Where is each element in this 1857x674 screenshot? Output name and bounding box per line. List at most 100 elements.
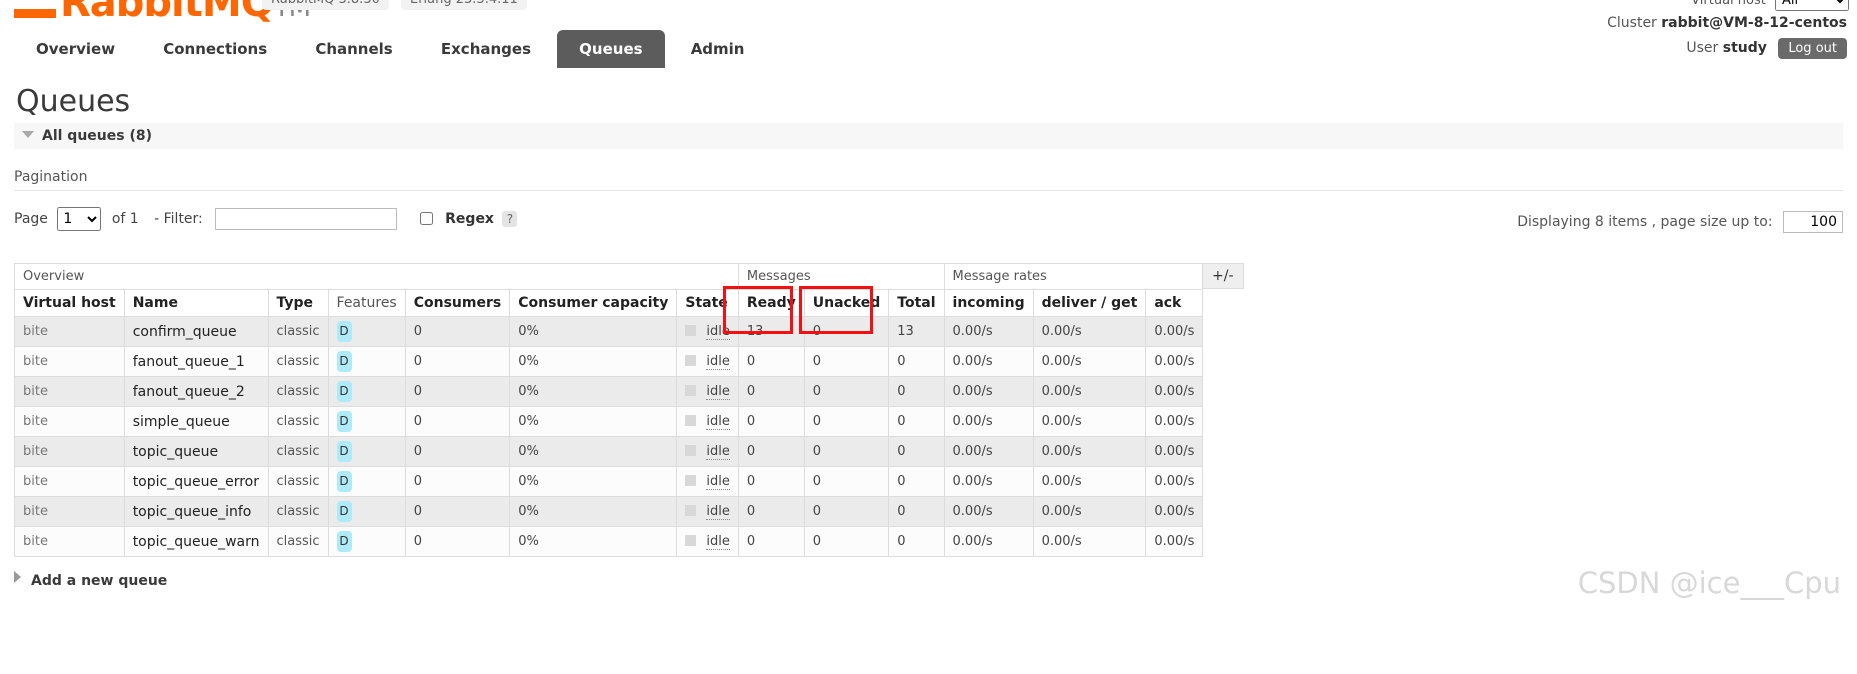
cell-consumer-capacity: 0% (509, 466, 678, 497)
cell-ready: 0 (737, 526, 805, 557)
filter-input[interactable] (215, 208, 398, 230)
cell-consumers: 0 (404, 316, 511, 347)
chevron-right-icon[interactable] (14, 571, 21, 583)
queues-table: Overview Messages Message rates Virtual … (14, 263, 1204, 557)
state-label: idle (706, 504, 730, 520)
tab-overview[interactable]: Overview (14, 30, 137, 68)
group-header-messages: Messages (737, 263, 945, 290)
table-row[interactable]: bite confirm_queue classic D 0 0% idle 13 0 13 0.0… (14, 316, 1204, 347)
cell-unacked: 0 (803, 376, 890, 407)
all-queues-section-header[interactable]: All queues (8) (14, 123, 1843, 149)
cell-queue-name[interactable]: topic_queue_info (123, 496, 269, 527)
col-state[interactable]: State (676, 289, 739, 317)
durable-badge-icon: D (336, 381, 352, 402)
cell-state: idle (676, 466, 739, 497)
cell-consumer-capacity: 0% (509, 316, 678, 347)
cell-ack: 0.00/s (1145, 526, 1204, 557)
cell-total: 13 (888, 316, 945, 347)
cell-queue-name[interactable]: fanout_queue_1 (123, 346, 269, 377)
col-deliver-get[interactable]: deliver / get (1032, 289, 1147, 317)
cell-ack: 0.00/s (1145, 346, 1204, 377)
cell-queue-name[interactable]: simple_queue (123, 406, 269, 437)
cluster-info: Cluster rabbit@VM-8-12-centos (1607, 15, 1847, 31)
state-indicator-icon (685, 505, 697, 516)
cell-incoming: 0.00/s (943, 466, 1034, 497)
col-incoming[interactable]: incoming (943, 289, 1034, 317)
main-navigation: Overview Connections Channels Exchanges … (14, 30, 766, 68)
table-row[interactable]: bite simple_queue classic D 0 0% idle 0 0 0 0.00/s… (14, 406, 1204, 437)
help-icon[interactable]: ? (502, 211, 518, 227)
cell-type: classic (267, 346, 329, 377)
regex-label: Regex (445, 211, 494, 227)
cell-total: 0 (888, 346, 945, 377)
log-out-button[interactable]: Log out (1778, 38, 1847, 59)
col-virtual-host[interactable]: Virtual host (14, 289, 125, 317)
col-unacked[interactable]: Unacked (803, 289, 890, 317)
table-row[interactable]: bite topic_queue classic D 0 0% idle 0 0 0 0.00/s 0… (14, 436, 1204, 467)
table-row[interactable]: bite topic_queue_info classic D 0 0% idle 0 0 0 0.… (14, 496, 1204, 527)
tab-queues[interactable]: Queues (557, 30, 665, 68)
tab-connections[interactable]: Connections (141, 30, 289, 68)
regex-checkbox[interactable] (419, 212, 433, 225)
cell-state: idle (676, 496, 739, 527)
cell-deliver-get: 0.00/s (1032, 346, 1147, 377)
cell-total: 0 (888, 406, 945, 437)
cell-queue-name[interactable]: confirm_queue (123, 316, 269, 347)
table-group-header-row: Overview Messages Message rates (14, 263, 1204, 290)
col-type[interactable]: Type (267, 289, 329, 317)
cell-features: D (327, 316, 406, 347)
durable-badge-icon: D (336, 351, 352, 372)
cell-total: 0 (888, 436, 945, 467)
cell-features: D (327, 346, 406, 377)
page-select[interactable]: 1 (57, 207, 102, 231)
cell-queue-name[interactable]: fanout_queue_2 (123, 376, 269, 407)
page-size-input[interactable] (1783, 211, 1843, 233)
group-header-message-rates: Message rates (943, 263, 1204, 290)
table-row[interactable]: bite topic_queue_error classic D 0 0% idle 0 0 0 0… (14, 466, 1204, 497)
durable-badge-icon: D (336, 501, 352, 522)
cell-total: 0 (888, 466, 945, 497)
toggle-columns-button[interactable]: +/- (1202, 263, 1244, 289)
table-row[interactable]: bite fanout_queue_1 classic D 0 0% idle 0 0 0 0.00… (14, 346, 1204, 377)
cell-type: classic (267, 406, 329, 437)
tab-channels[interactable]: Channels (293, 30, 414, 68)
table-row[interactable]: bite fanout_queue_2 classic D 0 0% idle 0 0 0 0.00… (14, 376, 1204, 407)
cell-state: idle (676, 526, 739, 557)
col-consumer-capacity[interactable]: Consumer capacity (509, 289, 678, 317)
col-name[interactable]: Name (123, 289, 269, 317)
add-new-queue-label: Add a new queue (31, 573, 168, 589)
table-row[interactable]: bite topic_queue_warn classic D 0 0% idle 0 0 0 0.… (14, 526, 1204, 557)
cell-queue-name[interactable]: topic_queue_error (123, 466, 269, 497)
col-features: Features (327, 289, 406, 317)
top-header: RabbitMQTM RabbitMQ 3.8.30 Erlang 23.3.4… (0, 0, 1857, 68)
cell-unacked: 0 (803, 346, 890, 377)
cell-virtual-host: bite (14, 496, 125, 527)
col-consumers[interactable]: Consumers (404, 289, 511, 317)
cell-consumers: 0 (404, 466, 511, 497)
cell-deliver-get: 0.00/s (1032, 316, 1147, 347)
virtual-host-select[interactable]: All (1775, 0, 1849, 11)
version-badges: RabbitMQ 3.8.30 Erlang 23.3.4.11 (262, 0, 535, 10)
chevron-down-icon[interactable] (22, 131, 34, 138)
user-info: User study Log out (1686, 38, 1847, 59)
cell-incoming: 0.00/s (943, 316, 1034, 347)
cell-queue-name[interactable]: topic_queue_warn (123, 526, 269, 557)
cell-queue-name[interactable]: topic_queue (123, 436, 269, 467)
cell-state: idle (676, 406, 739, 437)
tab-exchanges[interactable]: Exchanges (419, 30, 553, 68)
add-new-queue-section[interactable]: Add a new queue (14, 571, 1843, 589)
cell-virtual-host: bite (14, 346, 125, 377)
tab-admin[interactable]: Admin (669, 30, 767, 68)
display-info: Displaying 8 items , page size up to: (1517, 211, 1843, 233)
cell-consumer-capacity: 0% (509, 376, 678, 407)
cell-type: classic (267, 526, 329, 557)
col-total[interactable]: Total (888, 289, 945, 317)
cell-ready: 0 (737, 376, 805, 407)
cell-consumer-capacity: 0% (509, 406, 678, 437)
cell-incoming: 0.00/s (943, 406, 1034, 437)
col-ready[interactable]: Ready (737, 289, 805, 317)
cell-ready: 0 (737, 346, 805, 377)
durable-badge-icon: D (336, 441, 352, 462)
cell-ack: 0.00/s (1145, 496, 1204, 527)
col-ack[interactable]: ack (1145, 289, 1204, 317)
